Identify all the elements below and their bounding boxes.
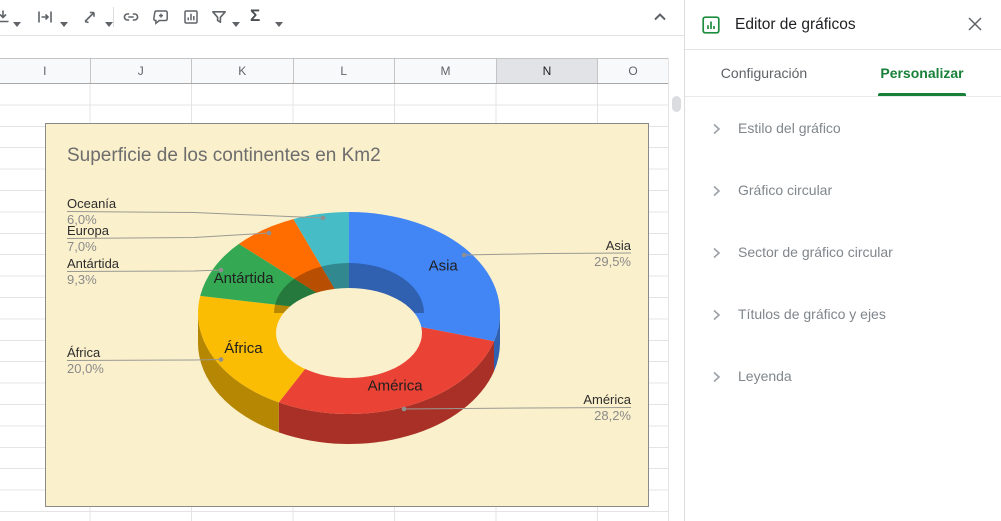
- text-rotation-dropdown-icon[interactable]: [105, 14, 113, 20]
- svg-text:Oceanía: Oceanía: [67, 196, 117, 211]
- panel-header: Editor de gráficos: [685, 0, 1001, 50]
- filter-dropdown-icon[interactable]: [232, 14, 240, 20]
- insert-comment-icon[interactable]: [151, 7, 171, 27]
- svg-text:Asia: Asia: [606, 238, 632, 253]
- svg-text:20,0%: 20,0%: [67, 361, 104, 376]
- insert-link-icon[interactable]: [121, 7, 141, 27]
- svg-text:29,5%: 29,5%: [594, 254, 631, 269]
- tab-personalizar[interactable]: Personalizar: [843, 50, 1001, 96]
- section-estilo-del-grafico[interactable]: Estilo del gráfico: [685, 97, 1001, 159]
- column-header-i[interactable]: I: [0, 59, 91, 83]
- chevron-right-icon: [709, 183, 723, 197]
- section-label: Gráfico circular: [738, 182, 832, 198]
- svg-text:Antártida: Antártida: [214, 270, 275, 287]
- column-header-l[interactable]: L: [294, 59, 396, 83]
- text-rotation-icon[interactable]: [80, 7, 100, 27]
- svg-text:28,2%: 28,2%: [594, 408, 631, 423]
- panel-title: Editor de gráficos: [735, 16, 856, 34]
- panel-tabs: Configuración Personalizar: [685, 50, 1001, 97]
- vertical-align-icon[interactable]: [0, 7, 13, 27]
- insert-chart-icon[interactable]: [181, 7, 201, 27]
- svg-text:Superficie de los continentes: Superficie de los continentes en Km2: [67, 145, 381, 166]
- column-header-n[interactable]: N: [497, 59, 598, 83]
- text-wrap-icon[interactable]: [35, 7, 55, 27]
- create-filter-icon[interactable]: [209, 7, 229, 27]
- svg-text:6,0%: 6,0%: [67, 212, 97, 227]
- svg-text:África: África: [224, 340, 263, 357]
- chevron-right-icon: [709, 245, 723, 259]
- toolbar: Σ: [0, 0, 684, 36]
- svg-text:Antártida: Antártida: [67, 256, 120, 271]
- chevron-right-icon: [709, 121, 723, 135]
- section-sector-de-grafico-circular[interactable]: Sector de gráfico circular: [685, 221, 1001, 283]
- column-header-m[interactable]: M: [395, 59, 497, 83]
- chevron-right-icon: [709, 369, 723, 383]
- panel-sections: Estilo del gráfico Gráfico circular Sect…: [685, 97, 1001, 407]
- column-header-k[interactable]: K: [192, 59, 294, 83]
- svg-text:7,0%: 7,0%: [67, 239, 97, 254]
- column-header-o[interactable]: O: [598, 59, 668, 83]
- active-tab-underline: [878, 93, 966, 96]
- chevron-right-icon: [709, 307, 723, 321]
- vertical-align-dropdown-icon[interactable]: [13, 14, 21, 20]
- section-leyenda[interactable]: Leyenda: [685, 345, 1001, 407]
- section-label: Leyenda: [738, 368, 792, 384]
- chart-editor-icon: [701, 15, 721, 35]
- chart-editor-panel: Editor de gráficos Configuración Persona…: [684, 0, 1001, 521]
- vertical-scrollbar: [668, 58, 684, 521]
- donut-chart: AsiaAméricaÁfricaAntártidaAsia29,5%Améri…: [46, 124, 648, 506]
- scrollbar-thumb[interactable]: [672, 96, 681, 112]
- embedded-chart[interactable]: AsiaAméricaÁfricaAntártidaAsia29,5%Améri…: [45, 123, 649, 507]
- section-grafico-circular[interactable]: Gráfico circular: [685, 159, 1001, 221]
- tab-configuracion[interactable]: Configuración: [685, 50, 843, 96]
- app-root: { "toolbar": { "icons": ["vertical-align…: [0, 0, 1001, 521]
- svg-text:África: África: [67, 345, 101, 360]
- section-label: Sector de gráfico circular: [738, 244, 893, 260]
- toolbar-separator: [113, 7, 114, 27]
- svg-text:América: América: [583, 392, 631, 407]
- svg-text:9,3%: 9,3%: [67, 272, 97, 287]
- functions-icon[interactable]: Σ: [250, 5, 260, 27]
- text-wrap-dropdown-icon[interactable]: [60, 14, 68, 20]
- svg-text:Asia: Asia: [429, 258, 459, 275]
- section-label: Estilo del gráfico: [738, 120, 841, 136]
- collapse-toolbar-icon[interactable]: [650, 7, 670, 27]
- column-header-j[interactable]: J: [91, 59, 193, 83]
- functions-dropdown-icon[interactable]: [275, 14, 283, 20]
- tab-personalizar-label: Personalizar: [880, 65, 963, 81]
- section-label: Títulos de gráfico y ejes: [738, 306, 886, 322]
- section-titulos-de-grafico-y-ejes[interactable]: Títulos de gráfico y ejes: [685, 283, 1001, 345]
- close-icon[interactable]: [967, 17, 983, 33]
- svg-text:América: América: [368, 378, 424, 395]
- column-headers: I J K L M N O: [0, 58, 668, 84]
